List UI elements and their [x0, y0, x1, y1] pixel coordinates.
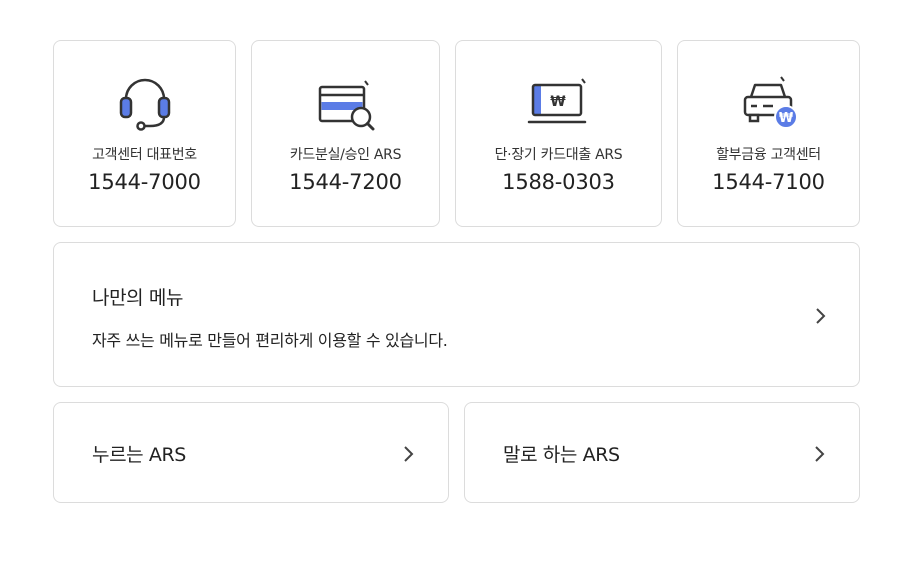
- my-menu-description: 자주 쓰는 메뉴로 만들어 편리하게 이용할 수 있습니다.: [92, 331, 448, 350]
- contact-number: 1544-7100: [712, 170, 825, 194]
- voice-ars-label: 말로 하는 ARS: [503, 444, 620, 466]
- contact-label: 단·장기 카드대출 ARS: [494, 147, 623, 163]
- contact-number: 1588-0303: [502, 170, 615, 194]
- contact-card-card-loss[interactable]: 카드분실/승인 ARS 1544-7200: [251, 40, 440, 227]
- contact-card-customer-center[interactable]: 고객센터 대표번호 1544-7000: [53, 40, 236, 227]
- svg-text:₩: ₩: [550, 94, 566, 110]
- chevron-right-icon: [815, 446, 825, 462]
- contact-card-installment[interactable]: ₩ 할부금융 고객센터 1544-7100: [677, 40, 860, 227]
- contact-label: 할부금융 고객센터: [716, 147, 821, 163]
- my-menu-title: 나만의 메뉴: [92, 287, 184, 309]
- headset-icon: [113, 69, 177, 133]
- svg-text:₩: ₩: [778, 111, 793, 126]
- press-ars-card[interactable]: 누르는 ARS: [53, 402, 449, 503]
- contact-number: 1544-7200: [289, 170, 402, 194]
- chevron-right-icon: [816, 308, 826, 324]
- car-won-icon: ₩: [737, 69, 801, 133]
- my-menu-card[interactable]: 나만의 메뉴 자주 쓰는 메뉴로 만들어 편리하게 이용할 수 있습니다.: [53, 242, 860, 387]
- contact-label: 카드분실/승인 ARS: [289, 147, 402, 163]
- won-screen-icon: ₩: [527, 69, 591, 133]
- voice-ars-card[interactable]: 말로 하는 ARS: [464, 402, 860, 503]
- card-search-icon: [314, 69, 378, 133]
- press-ars-label: 누르는 ARS: [92, 444, 186, 466]
- contact-label: 고객센터 대표번호: [92, 147, 197, 163]
- chevron-right-icon: [404, 446, 414, 462]
- contact-number: 1544-7000: [88, 170, 201, 194]
- contact-card-card-loan[interactable]: ₩ 단·장기 카드대출 ARS 1588-0303: [455, 40, 662, 227]
